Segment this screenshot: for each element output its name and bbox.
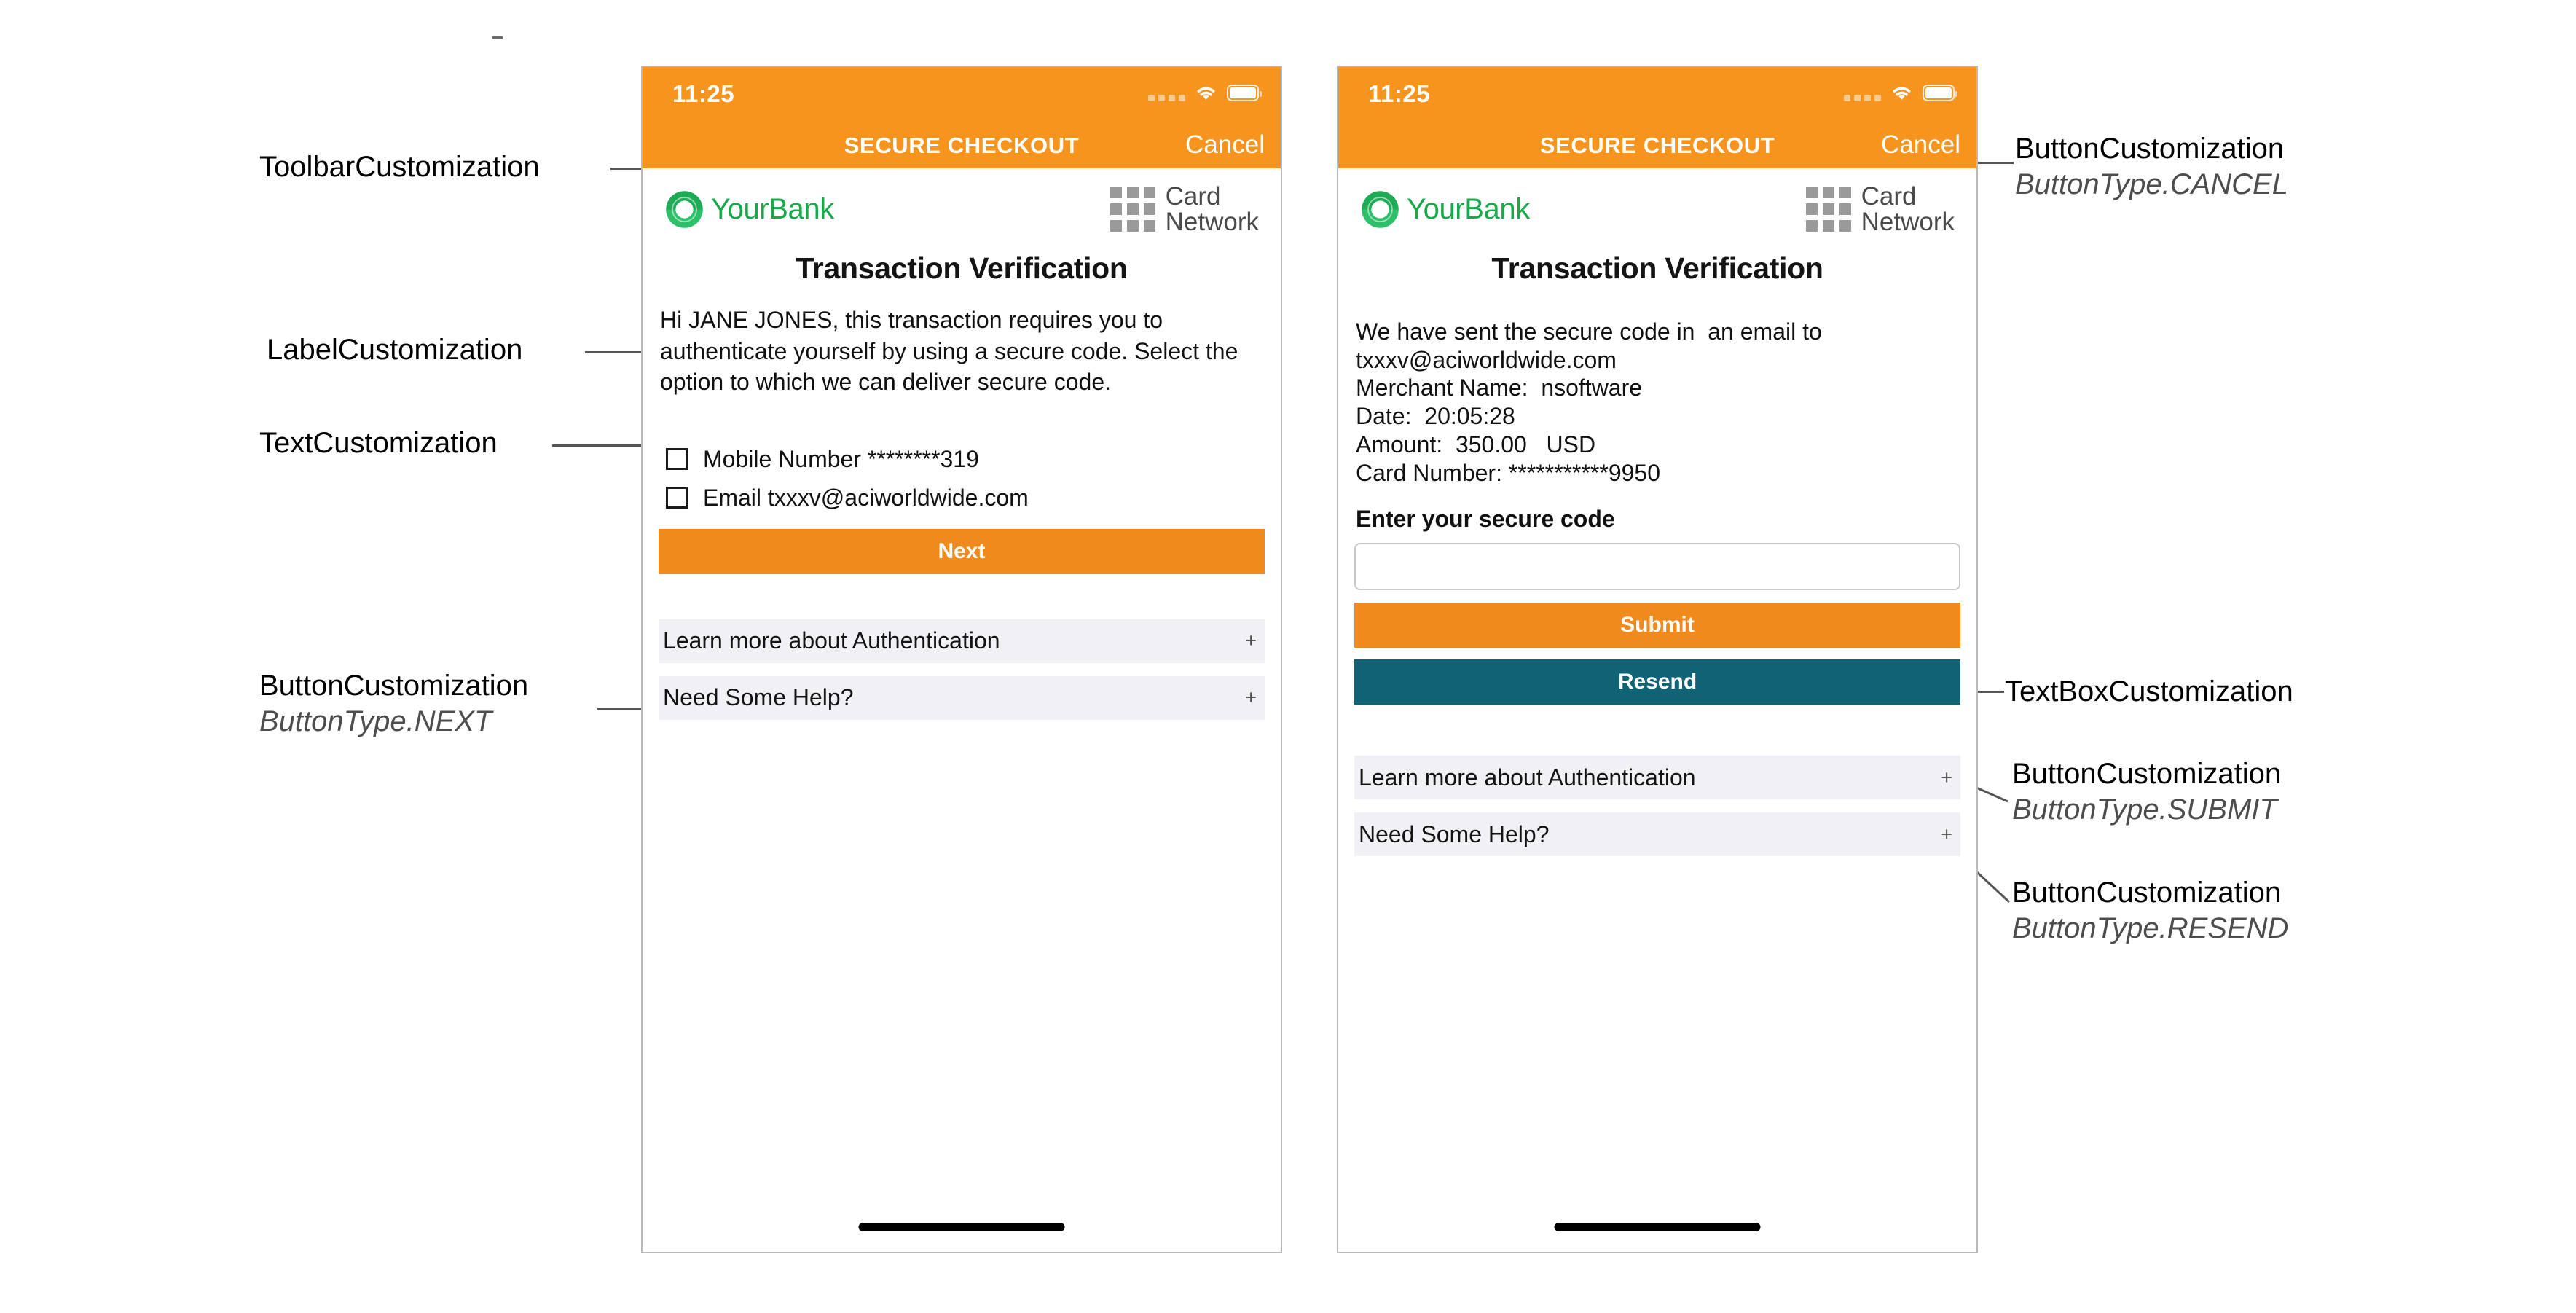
bank-logo: YourBank bbox=[1360, 189, 1530, 230]
screen-content: YourBank Card Network Transaction Verifi… bbox=[643, 168, 1281, 720]
annotation-toolbar-customization: ToolbarCustomization bbox=[259, 149, 540, 185]
yourbank-ring-icon bbox=[666, 190, 703, 228]
toolbar: SECURE CHECKOUT Cancel bbox=[1338, 123, 1976, 168]
wifi-icon bbox=[1893, 87, 1911, 100]
page-title: Transaction Verification bbox=[796, 251, 1128, 285]
status-bar-time: 11:25 bbox=[672, 80, 735, 107]
plus-icon: + bbox=[1245, 630, 1257, 652]
signal-dots-icon bbox=[1148, 85, 1185, 101]
wifi-icon bbox=[1197, 87, 1215, 100]
bank-logo: YourBank bbox=[664, 189, 834, 230]
plus-icon: + bbox=[1941, 823, 1952, 845]
brand-row: YourBank Card Network bbox=[659, 168, 1265, 250]
accordion: Learn more about Authentication + Need S… bbox=[1354, 756, 1960, 857]
plus-icon: + bbox=[1245, 686, 1257, 709]
annotation-title: ToolbarCustomization bbox=[259, 151, 540, 183]
card-network-line-2: Network bbox=[1165, 208, 1259, 236]
checkbox-email[interactable] bbox=[666, 487, 688, 509]
stray-tick-mark bbox=[492, 36, 503, 39]
screen-content: YourBank Card Network Transaction Verifi… bbox=[1338, 168, 1976, 857]
yourbank-ring-icon bbox=[1362, 190, 1399, 228]
annotation-button-submit-customization: ButtonCustomization ButtonType.SUBMIT bbox=[2012, 756, 2281, 828]
status-bar-indicators bbox=[1844, 83, 1957, 102]
delivery-option-list: Mobile Number ********319 Email txxxv@ac… bbox=[659, 446, 1265, 512]
card-network-grid-icon bbox=[1805, 187, 1851, 232]
list-item-label: Email txxxv@aciworldwide.com bbox=[703, 484, 1029, 511]
annotation-button-cancel-customization: ButtonCustomization ButtonType.CANCEL bbox=[2015, 131, 2288, 203]
annotation-label-customization: LabelCustomization bbox=[267, 332, 522, 368]
accordion-item-label: Need Some Help? bbox=[663, 684, 854, 711]
card-network-line-1: Card bbox=[1165, 182, 1221, 211]
annotation-title: TextCustomization bbox=[259, 427, 498, 459]
cancel-button[interactable]: Cancel bbox=[1185, 130, 1265, 160]
accordion-item-learn-more[interactable]: Learn more about Authentication + bbox=[659, 619, 1265, 663]
instruction-text: Hi JANE JONES, this transaction requires… bbox=[660, 307, 1238, 396]
detail-line: We have sent the secure code in an email… bbox=[1356, 318, 1822, 345]
card-network-logo: Card Network bbox=[1805, 184, 1955, 235]
annotation-button-resend-customization: ButtonCustomization ButtonType.RESEND bbox=[2012, 875, 2288, 946]
annotation-subtitle: ButtonType.SUBMIT bbox=[2012, 793, 2277, 826]
list-item[interactable]: Email txxxv@aciworldwide.com bbox=[666, 485, 1265, 512]
accordion-item-label: Need Some Help? bbox=[1359, 820, 1550, 847]
annotation-subtitle: ButtonType.NEXT bbox=[259, 705, 492, 737]
next-button[interactable]: Next bbox=[659, 528, 1265, 574]
plus-icon: + bbox=[1941, 766, 1952, 788]
detail-line-card-number: Card Number: ***********9950 bbox=[1356, 459, 1661, 486]
battery-icon bbox=[1227, 84, 1262, 101]
detail-line: txxxv@aciworldwide.com bbox=[1356, 346, 1617, 373]
annotation-subtitle: ButtonType.CANCEL bbox=[2015, 168, 2288, 200]
home-indicator bbox=[1554, 1223, 1761, 1231]
leader-line-text bbox=[552, 444, 650, 447]
accordion-item-label: Learn more about Authentication bbox=[1359, 764, 1696, 791]
accordion-item-label: Learn more about Authentication bbox=[663, 627, 1000, 654]
status-bar-indicators bbox=[1148, 83, 1262, 102]
accordion-item-need-help[interactable]: Need Some Help? + bbox=[659, 675, 1265, 720]
bank-name: YourBank bbox=[1407, 192, 1530, 225]
card-network-grid-icon bbox=[1110, 187, 1155, 232]
annotation-title: LabelCustomization bbox=[267, 334, 523, 366]
status-bar: 11:25 bbox=[1338, 67, 1976, 123]
accordion-item-learn-more[interactable]: Learn more about Authentication + bbox=[1354, 756, 1960, 800]
toolbar: SECURE CHECKOUT Cancel bbox=[643, 123, 1281, 168]
detail-line-merchant-name: Merchant Name: nsoftware bbox=[1356, 375, 1643, 401]
card-network-text: Card Network bbox=[1166, 184, 1259, 235]
annotation-subtitle: ButtonType.RESEND bbox=[2012, 912, 2289, 944]
home-indicator bbox=[858, 1223, 1065, 1231]
annotation-title: ButtonCustomization bbox=[2012, 877, 2282, 909]
status-bar: 11:25 bbox=[643, 67, 1281, 123]
detail-line-date: Date: 20:05:28 bbox=[1356, 403, 1515, 430]
annotation-title: TextBoxCustomization bbox=[2005, 675, 2293, 708]
card-network-line-1: Card bbox=[1861, 182, 1917, 211]
card-network-logo: Card Network bbox=[1110, 184, 1259, 235]
annotation-text-customization: TextCustomization bbox=[259, 426, 498, 461]
secure-code-input[interactable] bbox=[1354, 543, 1960, 591]
submit-button[interactable]: Submit bbox=[1354, 603, 1960, 648]
signal-dots-icon bbox=[1844, 85, 1881, 101]
list-item-label: Mobile Number ********319 bbox=[703, 445, 979, 472]
phone-mockup-step-one: 11:25 SECURE CHECKOUT Cancel YourBank Ca… bbox=[641, 66, 1282, 1253]
annotation-textbox-customization: TextBoxCustomization bbox=[2005, 674, 2293, 710]
detail-line-amount: Amount: 350.00 USD bbox=[1356, 431, 1596, 458]
page-title: Transaction Verification bbox=[1491, 251, 1823, 285]
battery-icon bbox=[1923, 84, 1957, 101]
annotation-title: ButtonCustomization bbox=[259, 670, 529, 702]
bank-name: YourBank bbox=[711, 192, 834, 225]
card-network-text: Card Network bbox=[1861, 184, 1955, 235]
status-bar-time: 11:25 bbox=[1368, 80, 1431, 107]
list-item[interactable]: Mobile Number ********319 bbox=[666, 446, 1265, 473]
brand-row: YourBank Card Network bbox=[1354, 168, 1960, 250]
phone-mockup-step-two: 11:25 SECURE CHECKOUT Cancel YourBank Ca… bbox=[1337, 66, 1978, 1253]
checkbox-mobile-number[interactable] bbox=[666, 448, 688, 471]
resend-button[interactable]: Resend bbox=[1354, 659, 1960, 705]
card-network-line-2: Network bbox=[1861, 208, 1955, 236]
annotation-button-next-customization: ButtonCustomization ButtonType.NEXT bbox=[259, 668, 528, 740]
accordion-item-need-help[interactable]: Need Some Help? + bbox=[1354, 812, 1960, 857]
cancel-button[interactable]: Cancel bbox=[1881, 130, 1960, 160]
annotation-title: ButtonCustomization bbox=[2015, 133, 2285, 165]
accordion: Learn more about Authentication + Need S… bbox=[659, 619, 1265, 720]
secure-code-label: Enter your secure code bbox=[1356, 506, 1615, 533]
transaction-details: We have sent the secure code in an email… bbox=[1354, 318, 1960, 487]
annotation-title: ButtonCustomization bbox=[2012, 758, 2282, 790]
